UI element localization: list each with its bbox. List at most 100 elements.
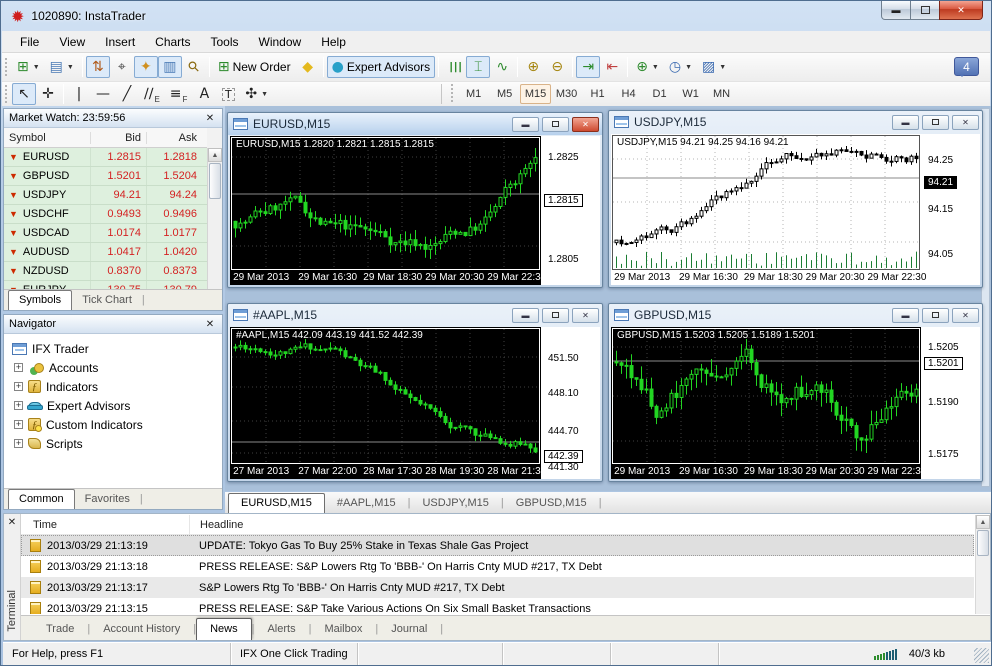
titlebar[interactable]: ✹ 1020890: InstaTrader bbox=[1, 1, 991, 31]
market-watch-row[interactable]: ▼ USDCAD 1.0174 1.0177 bbox=[4, 224, 207, 243]
column-ask[interactable]: Ask bbox=[146, 131, 202, 144]
equidistant-channel-button[interactable]: ∕∕ E bbox=[139, 83, 165, 105]
toolbar-grip[interactable] bbox=[5, 58, 8, 76]
menu-charts[interactable]: Charts bbox=[145, 32, 200, 52]
chart-restore-button[interactable] bbox=[542, 307, 569, 323]
tree-item-indicators[interactable]: + ƒ Indicators bbox=[12, 377, 222, 396]
tab-favorites[interactable]: Favorites bbox=[75, 490, 140, 509]
chart-minimize-button[interactable]: ▬ bbox=[892, 114, 919, 130]
chart-window-gbpusd[interactable]: GBPUSD,M15 ▬ ✕ GBPUSD,M15 1.5203 1.5205 1.5… bbox=[608, 303, 983, 482]
fibonacci-button[interactable]: ≡ F bbox=[165, 83, 193, 105]
menu-window[interactable]: Window bbox=[249, 32, 312, 52]
chart-close-button[interactable]: ✕ bbox=[572, 116, 599, 132]
navigator-button[interactable]: ✦ bbox=[133, 56, 158, 78]
timeframe-w1[interactable]: W1 bbox=[675, 84, 706, 104]
market-watch-row[interactable]: ▼ USDCHF 0.9493 0.9496 bbox=[4, 205, 207, 224]
toolbar-grip[interactable] bbox=[451, 84, 454, 102]
tab-common[interactable]: Common bbox=[8, 489, 75, 509]
market-watch-row[interactable]: ▼ NZDUSD 0.8370 0.8373 bbox=[4, 262, 207, 281]
scroll-thumb[interactable] bbox=[977, 530, 989, 556]
chart-restore-button[interactable] bbox=[922, 114, 949, 130]
new-order-button[interactable]: ⊞ New Order bbox=[213, 56, 296, 78]
news-row[interactable]: 2013/03/29 21:13:15 PRESS RELEASE: S&P Ta… bbox=[21, 598, 974, 614]
price-axis[interactable]: 1.2825 1.2815 1.2805 bbox=[541, 136, 600, 285]
zoom-out-button[interactable]: ⊖ bbox=[545, 56, 569, 78]
column-symbol[interactable]: Symbol bbox=[4, 132, 90, 144]
market-watch-row[interactable]: ▼ AUDUSD 1.0417 1.0420 bbox=[4, 243, 207, 262]
menu-tools[interactable]: Tools bbox=[201, 32, 249, 52]
chart-tab-aaplm15[interactable]: #AAPL,M15 bbox=[325, 494, 408, 513]
expand-icon[interactable]: + bbox=[14, 401, 23, 410]
market-watch-scrollbar[interactable]: ▲ bbox=[207, 148, 222, 289]
data-window-button[interactable]: ⌖ bbox=[110, 56, 134, 78]
chart-close-button[interactable]: ✕ bbox=[952, 114, 979, 130]
scroll-up-icon[interactable]: ▲ bbox=[976, 515, 990, 529]
timeframe-m1[interactable]: M1 bbox=[458, 84, 489, 104]
auto-scroll-button[interactable]: ⇥ bbox=[576, 56, 601, 78]
chart-titlebar[interactable]: GBPUSD,M15 ▬ ✕ bbox=[609, 304, 982, 326]
chart-window-aapl[interactable]: #AAPL,M15 ▬ ✕ #AAPL,M15 442.09 443.19 441.5… bbox=[227, 303, 603, 482]
chart-restore-button[interactable] bbox=[922, 307, 949, 323]
market-watch-button[interactable]: ⇅ bbox=[85, 56, 110, 78]
tree-item-scripts[interactable]: + Scripts bbox=[12, 434, 222, 453]
market-watch-row[interactable]: ▼EURJPY130.75130.79 bbox=[4, 281, 207, 289]
expert-advisors-button[interactable]: ● Expert Advisors bbox=[326, 56, 436, 78]
terminal-tab-trade[interactable]: Trade bbox=[33, 619, 87, 640]
horizontal-line-button[interactable]: — bbox=[91, 83, 115, 105]
terminal-tab-account-history[interactable]: Account History bbox=[90, 619, 193, 640]
close-icon[interactable]: ✕ bbox=[4, 514, 20, 528]
menu-help[interactable]: Help bbox=[311, 32, 356, 52]
zoom-in-button[interactable]: ⊕ bbox=[521, 56, 545, 78]
close-icon[interactable]: ✕ bbox=[203, 319, 217, 330]
market-watch-row[interactable]: ▼ GBPUSD 1.5201 1.5204 bbox=[4, 167, 207, 186]
tree-root-ifx-trader[interactable]: IFX Trader bbox=[12, 339, 222, 358]
market-watch-row[interactable]: ▼ EURUSD 1.2815 1.2818 bbox=[4, 148, 207, 167]
timeframe-m15[interactable]: M15 bbox=[520, 84, 552, 104]
tab-symbols[interactable]: Symbols bbox=[8, 290, 73, 310]
toolbar-grip[interactable] bbox=[5, 85, 8, 103]
chart-titlebar[interactable]: USDJPY,M15 ▬ ✕ bbox=[609, 111, 982, 133]
timeframe-h1[interactable]: H1 bbox=[582, 84, 613, 104]
timeframe-m30[interactable]: M30 bbox=[551, 84, 582, 104]
time-axis[interactable]: 29 Mar 2013 29 Mar 16:30 29 Mar 18:30 29 Ma… bbox=[230, 271, 546, 285]
profiles-button[interactable]: ▤ ▼ bbox=[45, 56, 79, 78]
terminal-button[interactable]: ▥ bbox=[157, 56, 182, 78]
trendline-button[interactable]: ╱ bbox=[115, 83, 139, 105]
terminal-tab-news[interactable]: News bbox=[196, 618, 252, 640]
chart-plot[interactable] bbox=[231, 328, 540, 464]
market-watch-row[interactable]: ▼ USDJPY 94.21 94.24 bbox=[4, 186, 207, 205]
chart-plot[interactable] bbox=[612, 328, 920, 464]
chart-close-button[interactable]: ✕ bbox=[572, 307, 599, 323]
vertical-line-button[interactable]: | bbox=[67, 83, 91, 105]
chart-restore-button[interactable] bbox=[542, 116, 569, 132]
chart-window-eurusd[interactable]: EURUSD,M15 ▬ ✕ EURUSD,M15 1.2820 1.2821 1.2… bbox=[227, 112, 603, 288]
tab-tick-chart[interactable]: Tick Chart bbox=[72, 291, 142, 310]
menu-file[interactable]: File bbox=[10, 32, 49, 52]
time-axis[interactable]: 27 Mar 2013 27 Mar 22:00 28 Mar 17:30 28 Ma… bbox=[230, 465, 546, 479]
terminal-tab-alerts[interactable]: Alerts bbox=[254, 619, 308, 640]
tree-item-expert-advisors[interactable]: + Expert Advisors bbox=[12, 396, 222, 415]
chart-titlebar[interactable]: EURUSD,M15 ▬ ✕ bbox=[228, 113, 602, 135]
chart-minimize-button[interactable]: ▬ bbox=[892, 307, 919, 323]
expand-icon[interactable]: + bbox=[14, 439, 23, 448]
expand-icon[interactable]: + bbox=[14, 363, 23, 372]
periods-button[interactable]: ◷ ▼ bbox=[664, 56, 697, 78]
time-axis[interactable]: 29 Mar 2013 29 Mar 16:30 29 Mar 18:30 29 Ma… bbox=[611, 465, 926, 479]
strategy-tester-button[interactable]: ⚲ bbox=[182, 56, 206, 78]
notification-badge[interactable]: 4 bbox=[954, 57, 979, 77]
timeframe-mn[interactable]: MN bbox=[706, 84, 737, 104]
timeframe-d1[interactable]: D1 bbox=[644, 84, 675, 104]
tree-item-custom-indicators[interactable]: + ƒ Custom Indicators bbox=[12, 415, 222, 434]
expand-icon[interactable]: + bbox=[14, 382, 23, 391]
text-button[interactable]: A bbox=[192, 83, 216, 105]
scroll-thumb[interactable] bbox=[209, 163, 221, 199]
resize-grip[interactable] bbox=[974, 648, 989, 663]
column-headline[interactable]: Headline bbox=[189, 515, 974, 534]
arrows-button[interactable]: ✣ ▼ bbox=[240, 83, 273, 105]
expand-icon[interactable]: + bbox=[14, 420, 23, 429]
text-label-button[interactable]: T bbox=[216, 83, 240, 105]
column-time[interactable]: Time bbox=[21, 519, 189, 531]
chart-titlebar[interactable]: #AAPL,M15 ▬ ✕ bbox=[228, 304, 602, 326]
terminal-tab-mailbox[interactable]: Mailbox bbox=[311, 619, 375, 640]
alert-button[interactable]: ◆ bbox=[296, 56, 320, 78]
